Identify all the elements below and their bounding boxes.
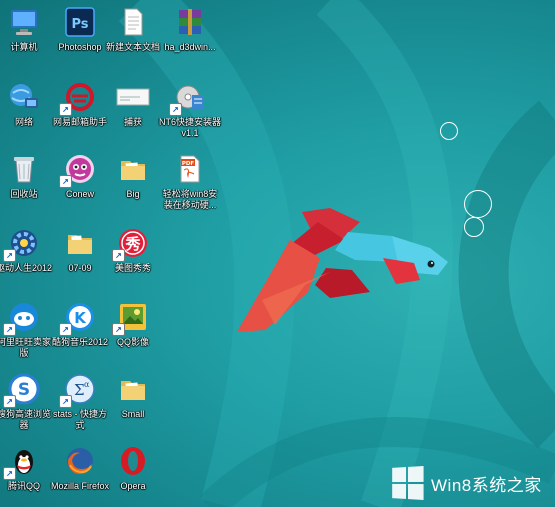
icon-label: Small bbox=[121, 409, 145, 419]
icon-label: QQ影像 bbox=[116, 337, 149, 347]
desktop-icon-sogou-browser[interactable]: S ↗ 搜狗高速浏览器 bbox=[0, 372, 54, 434]
driver-gear-icon: ↗ bbox=[3, 226, 41, 262]
bubble bbox=[464, 217, 484, 237]
desktop-icon-aliwangwang[interactable]: ↗ 阿里旺旺卖家版 bbox=[0, 300, 54, 362]
icon-label: Opera bbox=[120, 481, 146, 491]
winrar-archive-icon bbox=[173, 5, 207, 39]
opera-icon bbox=[116, 444, 150, 478]
icon-label: 搜狗高速浏览器 bbox=[0, 409, 51, 430]
desktop-icon-meitu[interactable]: 秀 ↗ 美图秀秀 bbox=[103, 226, 163, 288]
desktop-icon-driver-genius[interactable]: ↗ 驱动人生2012 bbox=[0, 226, 54, 288]
image-file-icon bbox=[116, 80, 150, 114]
svg-text:PDF: PDF bbox=[182, 161, 195, 167]
folder-icon bbox=[116, 152, 150, 186]
svg-text:S: S bbox=[18, 380, 30, 400]
desktop-icon-winrar-archive[interactable]: ha_d3dwin... bbox=[160, 5, 220, 67]
recycle-bin-icon bbox=[7, 152, 41, 186]
icon-label: 轻松将win8安装在移动硬... bbox=[162, 189, 218, 210]
windows-logo-icon bbox=[392, 466, 424, 500]
desktop: 计算机 网络 回收站 ↗ 驱动人生2012 ↗ 阿里旺旺卖家版 S ↗ 搜狗高速… bbox=[0, 0, 555, 507]
svg-text:Ps: Ps bbox=[71, 17, 88, 32]
desktop-icon-folder-small[interactable]: Small bbox=[103, 372, 163, 434]
icon-label: 捕获 bbox=[123, 117, 142, 127]
svg-text:秀: 秀 bbox=[124, 235, 141, 253]
svg-text:K: K bbox=[74, 309, 87, 327]
icon-label: Big bbox=[126, 189, 140, 199]
icon-label: ha_d3dwin... bbox=[164, 42, 216, 52]
desktop-icon-firefox[interactable]: Mozilla Firefox bbox=[50, 444, 110, 506]
desktop-icon-tencent-qq[interactable]: ↗ 腾讯QQ bbox=[0, 444, 54, 506]
folder-icon bbox=[63, 226, 97, 260]
firefox-icon bbox=[63, 444, 97, 478]
icon-label: 驱动人生2012 bbox=[0, 263, 53, 273]
installer-icon: ↗ bbox=[169, 80, 207, 116]
watermark-text: Win8系统之家 bbox=[431, 475, 542, 495]
netease-mail-icon: ↗ bbox=[59, 80, 97, 116]
qq-penguin-icon: ↗ bbox=[3, 444, 41, 480]
icon-label: 回收站 bbox=[10, 189, 38, 199]
icon-label: 网络 bbox=[14, 117, 33, 127]
icon-label: NT6快捷安装器v1.1 bbox=[159, 117, 222, 138]
icon-label: 阿里旺旺卖家版 bbox=[0, 337, 51, 358]
desktop-icon-new-text-doc[interactable]: 新建文本文档 bbox=[103, 5, 163, 67]
desktop-icon-stats-shortcut[interactable]: Σα ↗ stats - 快捷方式 bbox=[50, 372, 110, 434]
icon-label: 计算机 bbox=[10, 42, 38, 52]
desktop-icon-folder-big[interactable]: Big bbox=[103, 152, 163, 214]
desktop-icon-computer[interactable]: 计算机 bbox=[0, 5, 54, 67]
icon-label: 新建文本文档 bbox=[105, 42, 160, 52]
text-document-icon bbox=[116, 5, 150, 39]
meitu-icon: 秀 ↗ bbox=[112, 226, 150, 262]
desktop-icon-capture[interactable]: 捕获 bbox=[103, 80, 163, 142]
watermark: Win8系统之家 bbox=[391, 466, 542, 500]
desktop-icon-network[interactable]: 网络 bbox=[0, 80, 54, 142]
desktop-icon-recycle-bin[interactable]: 回收站 bbox=[0, 152, 54, 214]
icon-label: 腾讯QQ bbox=[7, 481, 40, 491]
kugou-icon: K ↗ bbox=[59, 300, 97, 336]
stats-icon: Σα ↗ bbox=[59, 372, 97, 408]
bubble bbox=[440, 122, 458, 140]
desktop-icon-qq-image[interactable]: ↗ QQ影像 bbox=[103, 300, 163, 362]
network-icon bbox=[7, 80, 41, 114]
desktop-icon-photoshop[interactable]: Ps Photoshop bbox=[50, 5, 110, 67]
desktop-icon-netease-mail[interactable]: ↗ 网易邮箱助手 bbox=[50, 80, 110, 142]
desktop-icon-folder-07-09[interactable]: 07-09 bbox=[50, 226, 110, 288]
aliwangwang-icon: ↗ bbox=[3, 300, 41, 336]
computer-icon bbox=[7, 5, 41, 39]
pdf-icon: PDF bbox=[173, 152, 207, 186]
bubble bbox=[464, 190, 492, 218]
desktop-icon-opera[interactable]: Opera bbox=[103, 444, 163, 506]
icon-label: 美图秀秀 bbox=[114, 263, 151, 273]
desktop-icon-kugou[interactable]: K ↗ 酷狗音乐2012 bbox=[50, 300, 110, 362]
conew-icon: ↗ bbox=[59, 152, 97, 188]
sogou-browser-icon: S ↗ bbox=[3, 372, 41, 408]
folder-icon bbox=[116, 372, 150, 406]
svg-text:α: α bbox=[84, 380, 90, 389]
desktop-icon-conew[interactable]: ↗ Conew bbox=[50, 152, 110, 214]
qq-image-icon: ↗ bbox=[112, 300, 150, 336]
desktop-icon-pdf-guide[interactable]: PDF 轻松将win8安装在移动硬... bbox=[160, 152, 220, 214]
photoshop-icon: Ps bbox=[63, 5, 97, 39]
desktop-icon-nt6-installer[interactable]: ↗ NT6快捷安装器v1.1 bbox=[159, 80, 222, 142]
